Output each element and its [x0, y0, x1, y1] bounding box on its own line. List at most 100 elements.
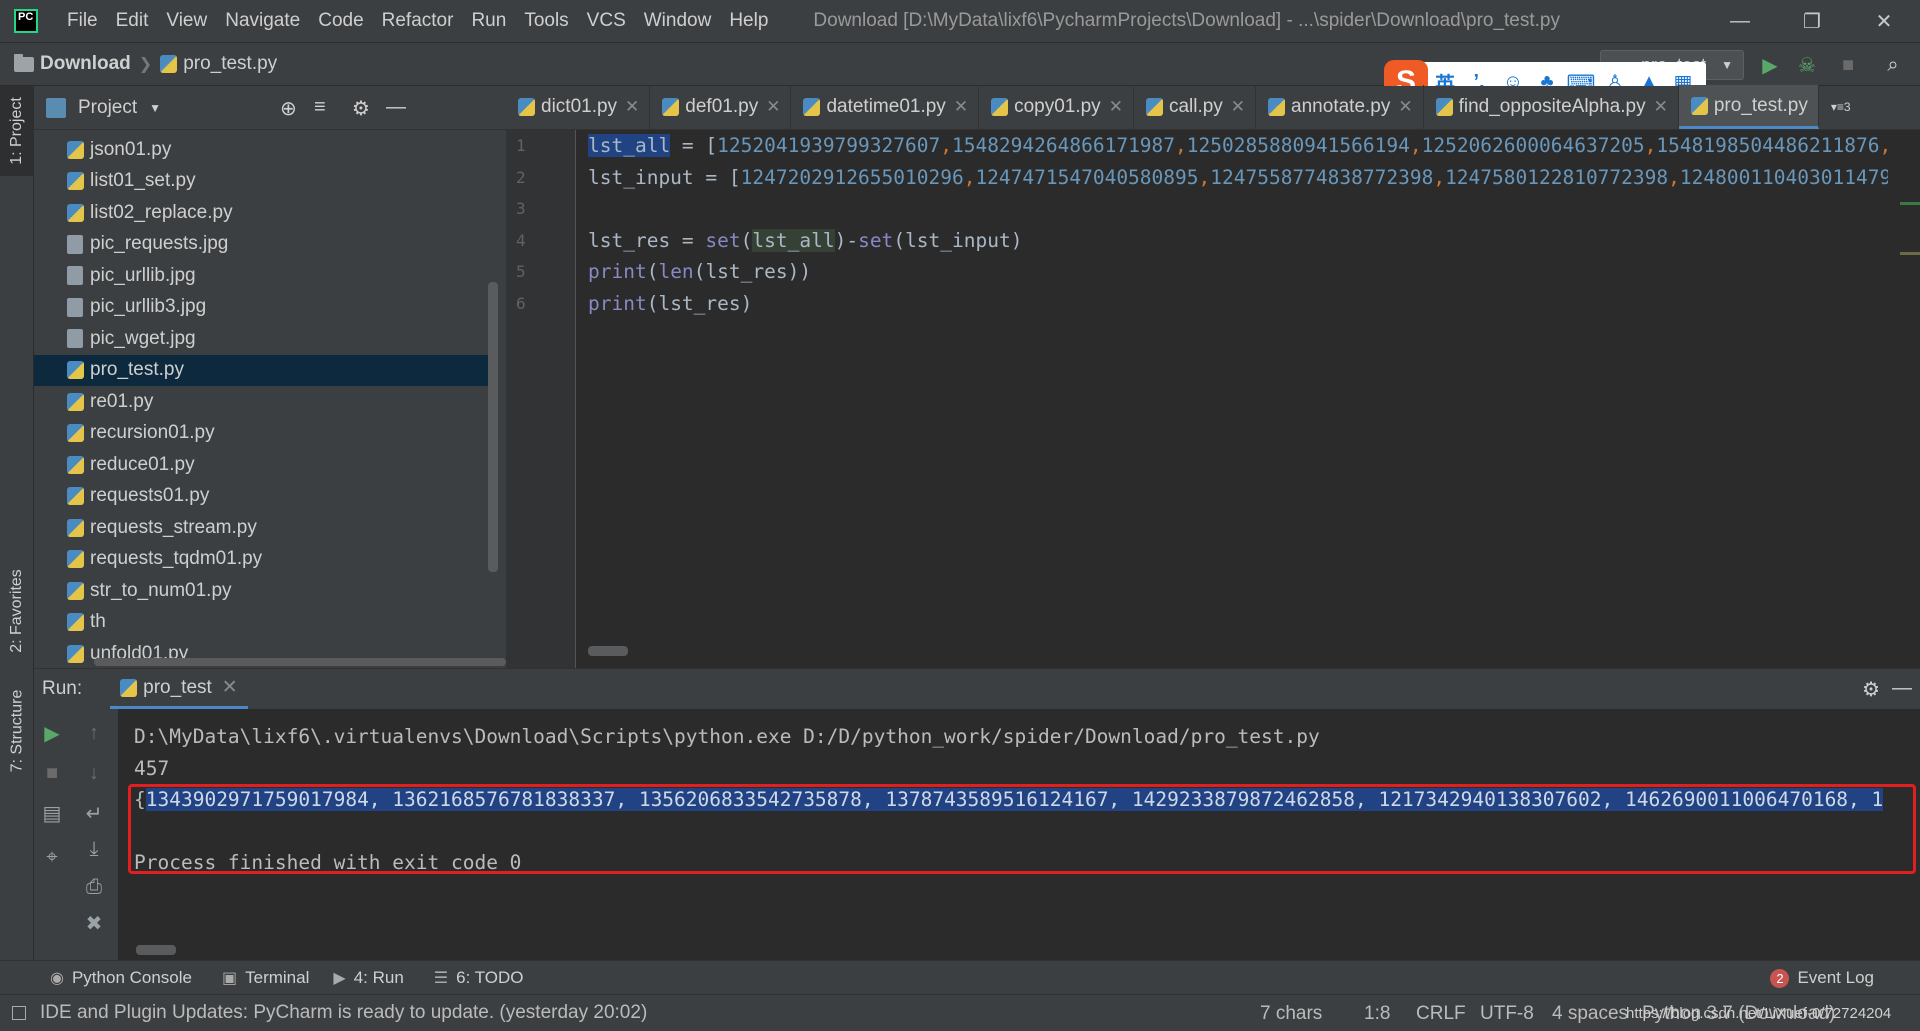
- tool-python-console[interactable]: ◉ Python Console: [50, 968, 192, 988]
- breadcrumb-project[interactable]: Download: [40, 53, 131, 75]
- horizontal-scrollbar[interactable]: [136, 945, 176, 955]
- menu-refactor[interactable]: Refactor: [373, 0, 463, 42]
- status-indent[interactable]: 4 spaces: [1552, 995, 1628, 1031]
- chevron-down-icon[interactable]: ▼: [149, 101, 161, 115]
- menu-file[interactable]: File: [58, 0, 107, 42]
- close-icon[interactable]: ✕: [1398, 97, 1412, 117]
- close-icon[interactable]: ✕: [1848, 0, 1920, 42]
- code-line[interactable]: print(len(lst_res)): [588, 256, 1888, 288]
- gear-icon[interactable]: ⚙: [1862, 677, 1880, 702]
- file-item[interactable]: pic_urllib3.jpg: [34, 292, 494, 324]
- status-message[interactable]: IDE and Plugin Updates: PyCharm is ready…: [12, 1002, 647, 1024]
- horizontal-scrollbar[interactable]: [94, 658, 506, 666]
- menu-help[interactable]: Help: [720, 0, 777, 42]
- python-file-icon: [67, 487, 84, 506]
- editor-tab[interactable]: pro_test.py: [1678, 85, 1819, 129]
- tab-overflow-button[interactable]: ▾≡ 3: [1819, 85, 1861, 129]
- stop-icon[interactable]: ■: [1836, 53, 1860, 77]
- tab-project[interactable]: 1: Project: [0, 86, 34, 176]
- code-line[interactable]: [588, 193, 1888, 225]
- file-item[interactable]: th: [34, 607, 494, 639]
- code-line[interactable]: lst_input = [1247202912655010296,1247471…: [588, 162, 1888, 194]
- close-icon[interactable]: ✕: [1231, 97, 1245, 117]
- event-log[interactable]: 2 Event Log: [1770, 961, 1874, 995]
- file-item[interactable]: pic_urllib.jpg: [34, 260, 494, 292]
- close-icon[interactable]: ✕: [1654, 97, 1668, 117]
- file-item[interactable]: requests01.py: [34, 481, 494, 513]
- gear-icon[interactable]: ⚙: [352, 96, 370, 121]
- file-item[interactable]: pic_wget.jpg: [34, 323, 494, 355]
- tab-structure[interactable]: 7: Structure: [0, 676, 34, 786]
- debug-icon[interactable]: ☠: [1795, 53, 1819, 77]
- console-output[interactable]: D:\MyData\lixf6\.virtualenvs\Download\Sc…: [120, 709, 1920, 961]
- vertical-scrollbar[interactable]: [488, 282, 498, 572]
- toggle-panels-icon[interactable]: [12, 1006, 26, 1020]
- hide-icon[interactable]: —: [386, 96, 406, 119]
- hide-icon[interactable]: —: [1892, 677, 1912, 700]
- close-icon[interactable]: ✕: [1109, 97, 1123, 117]
- up-arrow-icon[interactable]: ↑: [80, 719, 108, 747]
- code-area[interactable]: lst_all = [1252041939799327607,154829426…: [588, 130, 1888, 668]
- tab-favorites[interactable]: 2: Favorites: [0, 556, 34, 666]
- breadcrumb-file[interactable]: pro_test.py: [183, 53, 277, 75]
- editor-tab[interactable]: find_oppositeAlpha.py ✕: [1424, 85, 1679, 129]
- editor-tab[interactable]: annotate.py ✕: [1256, 85, 1424, 129]
- file-item[interactable]: json01.py: [34, 134, 494, 166]
- minimize-icon[interactable]: —: [1704, 0, 1776, 42]
- trash-icon[interactable]: ✖: [80, 909, 108, 937]
- restore-icon[interactable]: ❐: [1776, 0, 1848, 42]
- file-item[interactable]: recursion01.py: [34, 418, 494, 450]
- layout-icon[interactable]: ▤: [38, 799, 66, 827]
- python-file-icon: [67, 518, 84, 537]
- file-item[interactable]: str_to_num01.py: [34, 575, 494, 607]
- menu-window[interactable]: Window: [635, 0, 721, 42]
- stop-icon[interactable]: ■: [38, 759, 66, 787]
- horizontal-scrollbar[interactable]: [588, 646, 628, 656]
- file-item[interactable]: list02_replace.py: [34, 197, 494, 229]
- down-arrow-icon[interactable]: ↓: [80, 759, 108, 787]
- locate-icon[interactable]: ⊕: [280, 96, 297, 121]
- soft-wrap-icon[interactable]: ↵: [80, 799, 108, 827]
- editor-tab[interactable]: datetime01.py ✕: [791, 85, 980, 129]
- code-line[interactable]: print(lst_res): [588, 288, 1888, 320]
- editor-tab[interactable]: def01.py ✕: [650, 85, 792, 129]
- close-icon[interactable]: ✕: [954, 97, 968, 117]
- search-icon[interactable]: ⌕: [1881, 53, 1905, 77]
- tool-run[interactable]: ▶ 4: Run: [333, 968, 403, 988]
- menu-tools[interactable]: Tools: [515, 0, 577, 42]
- project-title[interactable]: Project: [78, 97, 137, 119]
- status-encoding[interactable]: UTF-8: [1480, 995, 1534, 1031]
- editor-tab[interactable]: dict01.py ✕: [506, 85, 651, 129]
- file-item[interactable]: re01.py: [34, 386, 494, 418]
- tool-terminal[interactable]: ▣ Terminal: [222, 968, 309, 988]
- rerun-icon[interactable]: ▶: [38, 719, 66, 747]
- menu-navigate[interactable]: Navigate: [216, 0, 309, 42]
- editor-tab[interactable]: copy01.py ✕: [979, 85, 1134, 129]
- print-icon[interactable]: ⎙: [80, 873, 108, 901]
- scroll-to-end-icon[interactable]: ⤓: [80, 835, 108, 863]
- status-caret-position[interactable]: 1:8: [1364, 995, 1390, 1031]
- close-icon[interactable]: ✕: [766, 97, 780, 117]
- code-line[interactable]: lst_all = [1252041939799327607,154829426…: [588, 130, 1888, 162]
- run-icon[interactable]: ▶: [1758, 53, 1782, 77]
- menu-view[interactable]: View: [157, 0, 216, 42]
- file-item[interactable]: requests_tqdm01.py: [34, 544, 494, 576]
- close-icon[interactable]: ✕: [222, 676, 238, 699]
- file-item[interactable]: pic_requests.jpg: [34, 229, 494, 261]
- file-item[interactable]: requests_stream.py: [34, 512, 494, 544]
- collapse-all-icon[interactable]: ≡: [314, 96, 326, 119]
- file-item[interactable]: reduce01.py: [34, 449, 494, 481]
- run-tab[interactable]: pro_test ✕: [110, 669, 248, 709]
- editor-tab[interactable]: call.py ✕: [1134, 85, 1257, 129]
- close-icon[interactable]: ✕: [625, 97, 639, 117]
- pin-icon[interactable]: ⌖: [38, 843, 66, 871]
- menu-vcs[interactable]: VCS: [578, 0, 635, 42]
- file-item[interactable]: pro_test.py: [34, 354, 494, 386]
- tool-todo[interactable]: ☰ 6: TODO: [434, 968, 524, 988]
- menu-code[interactable]: Code: [309, 0, 372, 42]
- menu-run[interactable]: Run: [462, 0, 515, 42]
- menu-edit[interactable]: Edit: [107, 0, 158, 42]
- status-line-ending[interactable]: CRLF: [1416, 995, 1466, 1031]
- file-item[interactable]: list01_set.py: [34, 166, 494, 198]
- code-line[interactable]: lst_res = set(lst_all)-set(lst_input): [588, 225, 1888, 257]
